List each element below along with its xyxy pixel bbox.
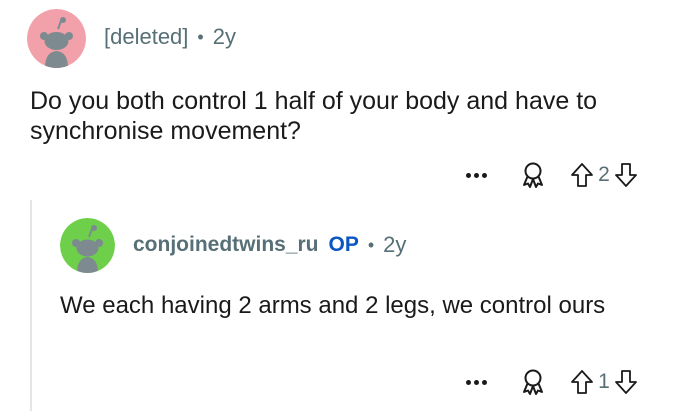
vote-group: 2 (568, 160, 640, 190)
more-dot (473, 172, 479, 178)
snoo-avatar-icon (27, 9, 86, 68)
meta-separator: • (197, 26, 204, 47)
comment-thread: [deleted] • 2y Do you both control 1 hal… (0, 0, 700, 411)
more-options-button[interactable] (462, 165, 490, 185)
comment-actions: 2 (462, 160, 640, 190)
more-options-icon (465, 172, 471, 178)
op-avatar[interactable] (60, 218, 115, 273)
more-dot (481, 172, 487, 178)
downvote-arrow-icon (615, 370, 637, 394)
vote-score: 1 (598, 370, 610, 393)
comment-author[interactable]: [deleted] (104, 24, 188, 50)
reply-body: We each having 2 arms and 2 legs, we con… (60, 292, 606, 319)
top-comment: [deleted] • 2y Do you both control 1 hal… (0, 0, 700, 200)
award-button[interactable] (518, 160, 548, 190)
vote-score: 2 (598, 163, 610, 186)
downvote-button[interactable] (612, 367, 640, 397)
op-badge: OP (328, 233, 359, 256)
award-button[interactable] (518, 367, 548, 397)
downvote-button[interactable] (612, 160, 640, 190)
upvote-arrow-icon (571, 163, 593, 187)
upvote-button[interactable] (568, 160, 596, 190)
reply-meta: conjoinedtwins_ru OP • 2y (133, 232, 406, 258)
more-dot (473, 379, 479, 385)
reply-age: 2y (383, 232, 407, 257)
deleted-user-avatar[interactable] (27, 9, 86, 68)
reply-author[interactable]: conjoinedtwins_ru (133, 233, 319, 257)
reply-actions: 1 (462, 367, 640, 397)
downvote-arrow-icon (615, 163, 637, 187)
more-options-icon (465, 379, 471, 385)
upvote-button[interactable] (568, 367, 596, 397)
more-options-button[interactable] (462, 372, 490, 392)
comment-age: 2y (212, 24, 236, 49)
vote-group: 1 (568, 367, 640, 397)
award-icon (523, 162, 543, 188)
snoo-avatar-icon (60, 218, 115, 273)
comment-body: Do you both control 1 half of your body … (30, 87, 598, 145)
comment-meta: [deleted] • 2y (104, 24, 236, 50)
thread-line[interactable] (30, 200, 32, 411)
meta-separator: • (367, 234, 375, 255)
more-dot (481, 379, 487, 385)
upvote-arrow-icon (571, 370, 593, 394)
award-icon (523, 369, 543, 395)
